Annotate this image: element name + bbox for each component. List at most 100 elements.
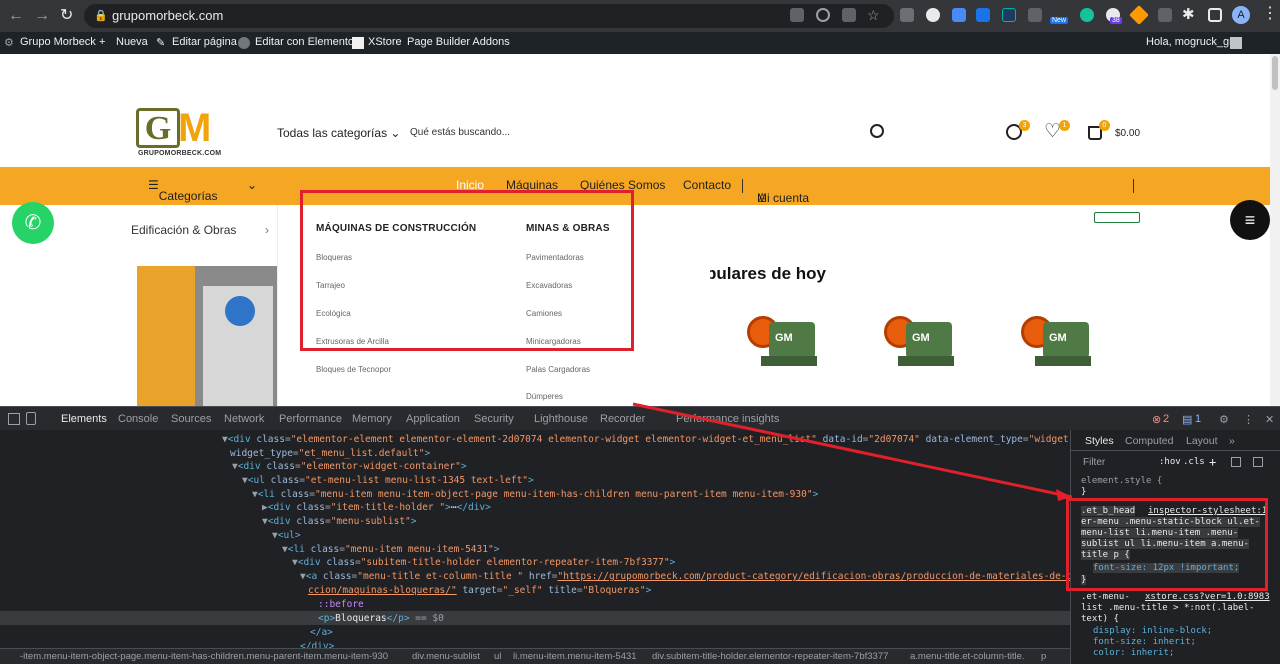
dom-line[interactable]: </a>: [310, 627, 333, 638]
tab-recorder[interactable]: Recorder: [600, 413, 645, 425]
cls-toggle[interactable]: .cls: [1183, 457, 1205, 467]
translate-ext-icon[interactable]: [976, 8, 990, 22]
add-rule-icon[interactable]: +: [1209, 455, 1216, 469]
dom-line[interactable]: ▼<li class="menu-item menu-item-object-p…: [252, 489, 818, 500]
settings-gear-icon[interactable]: ⚙: [1219, 413, 1229, 426]
site-logo[interactable]: G M GRUPOMORBECK.COM: [136, 108, 226, 160]
dom-line-selected[interactable]: <p>Bloqueras</p> == $0: [318, 613, 444, 624]
wordpress-icon[interactable]: ⚙: [4, 36, 14, 49]
tab-elements[interactable]: Elements: [61, 413, 107, 425]
all-categories-dropdown[interactable]: Todas las categorías ⌄: [277, 126, 400, 140]
globe-icon[interactable]: [926, 8, 940, 22]
dom-line[interactable]: ▶<div class="item-title-holder ">⋯</div>: [262, 502, 491, 513]
hamburger-menu-button[interactable]: ≡: [1230, 200, 1270, 240]
element-style-rule[interactable]: element.style {: [1081, 476, 1162, 486]
tab-sources[interactable]: Sources: [171, 413, 211, 425]
dom-line[interactable]: ▼<li class="menu-item menu-item-5431">: [282, 544, 499, 555]
layout-tab[interactable]: Layout: [1186, 435, 1218, 447]
dom-line[interactable]: ::before: [318, 599, 364, 610]
forward-icon[interactable]: →: [34, 6, 50, 26]
breadcrumb-li-5431[interactable]: li.menu-item.menu-item-5431: [513, 651, 637, 662]
admin-new-link[interactable]: Nueva: [116, 36, 148, 48]
rule2-property[interactable]: font-size: inherit;: [1093, 637, 1196, 647]
dom-line[interactable]: widget_type="et_menu_list.default">: [230, 448, 430, 459]
rule2-property[interactable]: display: inline-block;: [1093, 626, 1212, 636]
error-count[interactable]: 2: [1163, 413, 1169, 425]
dom-line[interactable]: ▼<a class="menu-title et-column-title " …: [300, 571, 1070, 582]
menu-contact[interactable]: Contacto: [683, 178, 731, 192]
dom-line[interactable]: ▼<div class="elementor-element elementor…: [222, 434, 1070, 445]
tab-console[interactable]: Console: [118, 413, 158, 425]
notion-icon[interactable]: [1002, 8, 1016, 22]
tab-network[interactable]: Network: [224, 413, 264, 425]
promo-button[interactable]: [1094, 212, 1140, 223]
profile-avatar[interactable]: A: [1232, 6, 1250, 24]
styles-tab[interactable]: Styles: [1085, 435, 1114, 447]
reload-icon[interactable]: ↻: [60, 6, 73, 26]
grammarly-icon[interactable]: [1080, 8, 1094, 22]
dom-line[interactable]: ▼<ul class="et-menu-list menu-list-1345 …: [242, 475, 534, 486]
bookmark-star-icon[interactable]: ☆: [867, 5, 880, 25]
admin-page-builder-link[interactable]: Page Builder Addons: [407, 36, 510, 48]
address-bar[interactable]: 🔒 grupomorbeck.com: [84, 4, 894, 28]
device-toolbar-icon[interactable]: [26, 412, 36, 425]
flash-icon[interactable]: [1129, 5, 1149, 25]
mega-item-palas[interactable]: Palas Cargadoras: [526, 365, 590, 374]
more-tabs-icon[interactable]: »: [1229, 435, 1235, 447]
admin-xstore-link[interactable]: XStore: [368, 36, 402, 48]
tab-performance[interactable]: Performance: [279, 413, 342, 425]
admin-elementor-link[interactable]: Editar con Elementor: [255, 36, 358, 48]
dom-line[interactable]: ▼<div class="menu-sublist">: [262, 516, 417, 527]
extension-icon[interactable]: [900, 8, 914, 22]
computed-toggle-icon[interactable]: [1231, 457, 1241, 467]
sidepanel-icon[interactable]: [1208, 8, 1222, 22]
docs-icon[interactable]: [952, 8, 966, 22]
more-icon[interactable]: ⋮: [1262, 4, 1278, 24]
admin-greeting[interactable]: Hola, mogruck_gm: [1146, 36, 1238, 48]
tools-icon[interactable]: [1158, 8, 1172, 22]
more-options-icon[interactable]: ⋮: [1243, 413, 1254, 426]
hov-toggle[interactable]: :hov: [1159, 457, 1181, 467]
mega-item-tecnopor[interactable]: Bloques de Tecnopor: [316, 365, 391, 374]
puzzle-icon[interactable]: ✱: [1182, 5, 1195, 25]
translate-icon[interactable]: [790, 8, 804, 22]
cart-total[interactable]: $0.00: [1115, 128, 1140, 139]
breadcrumb-a[interactable]: a.menu-title.et-column-title.: [910, 651, 1025, 662]
search-input[interactable]: Qué estás buscando...: [410, 127, 510, 138]
tab-performance-insights[interactable]: Performance insights: [676, 413, 779, 425]
camera-icon[interactable]: [1028, 8, 1042, 22]
tab-security[interactable]: Security: [474, 413, 514, 425]
product-card-3[interactable]: GM: [1021, 308, 1093, 378]
inspect-icon[interactable]: [8, 413, 20, 425]
close-devtools-icon[interactable]: ✕: [1265, 413, 1274, 426]
product-image[interactable]: [137, 266, 277, 406]
mega-item-dumperes[interactable]: Dúmperes: [526, 392, 563, 401]
breadcrumb-li[interactable]: -item.menu-item-object-page.menu-item-ha…: [20, 651, 388, 662]
share-icon[interactable]: [842, 8, 856, 22]
product-card-1[interactable]: GM: [747, 308, 819, 378]
message-count[interactable]: 1: [1195, 413, 1201, 425]
breadcrumb-div-subitem[interactable]: div.subitem-title-holder.elementor-repea…: [652, 651, 888, 662]
admin-edit-page-link[interactable]: Editar página: [172, 36, 237, 48]
user-avatar[interactable]: [1230, 37, 1242, 49]
page-scrollbar[interactable]: [1270, 54, 1280, 406]
admin-site-link[interactable]: Grupo Morbeck: [20, 36, 96, 48]
message-icon[interactable]: ▤: [1182, 413, 1192, 426]
dom-line[interactable]: ▼<div class="subitem-title-holder elemen…: [292, 557, 675, 568]
search-icon[interactable]: [870, 124, 884, 138]
whatsapp-button[interactable]: ✆: [12, 202, 54, 244]
tab-application[interactable]: Application: [406, 413, 460, 425]
error-icon[interactable]: ⊗: [1152, 413, 1161, 426]
categories-menu-toggle[interactable]: ☰ Categorías: [148, 178, 217, 203]
computed-tab[interactable]: Computed: [1125, 435, 1173, 447]
zoom-icon[interactable]: [816, 8, 830, 22]
dom-line[interactable]: ▼<ul>: [272, 530, 301, 541]
tab-lighthouse[interactable]: Lighthouse: [534, 413, 588, 425]
rule2-property[interactable]: color: inherit;: [1093, 648, 1174, 658]
rule2-selector[interactable]: .et-menu-: [1081, 592, 1130, 602]
elements-dom-tree[interactable]: ▼<div class="elementor-element elementor…: [0, 430, 1070, 648]
dom-line[interactable]: ccion/maquinas-bloqueras/" target="_self…: [308, 585, 651, 596]
breadcrumb-p[interactable]: p: [1041, 651, 1046, 662]
sidebar-category-item[interactable]: Edificación & Obras ›: [131, 223, 269, 237]
tab-memory[interactable]: Memory: [352, 413, 392, 425]
